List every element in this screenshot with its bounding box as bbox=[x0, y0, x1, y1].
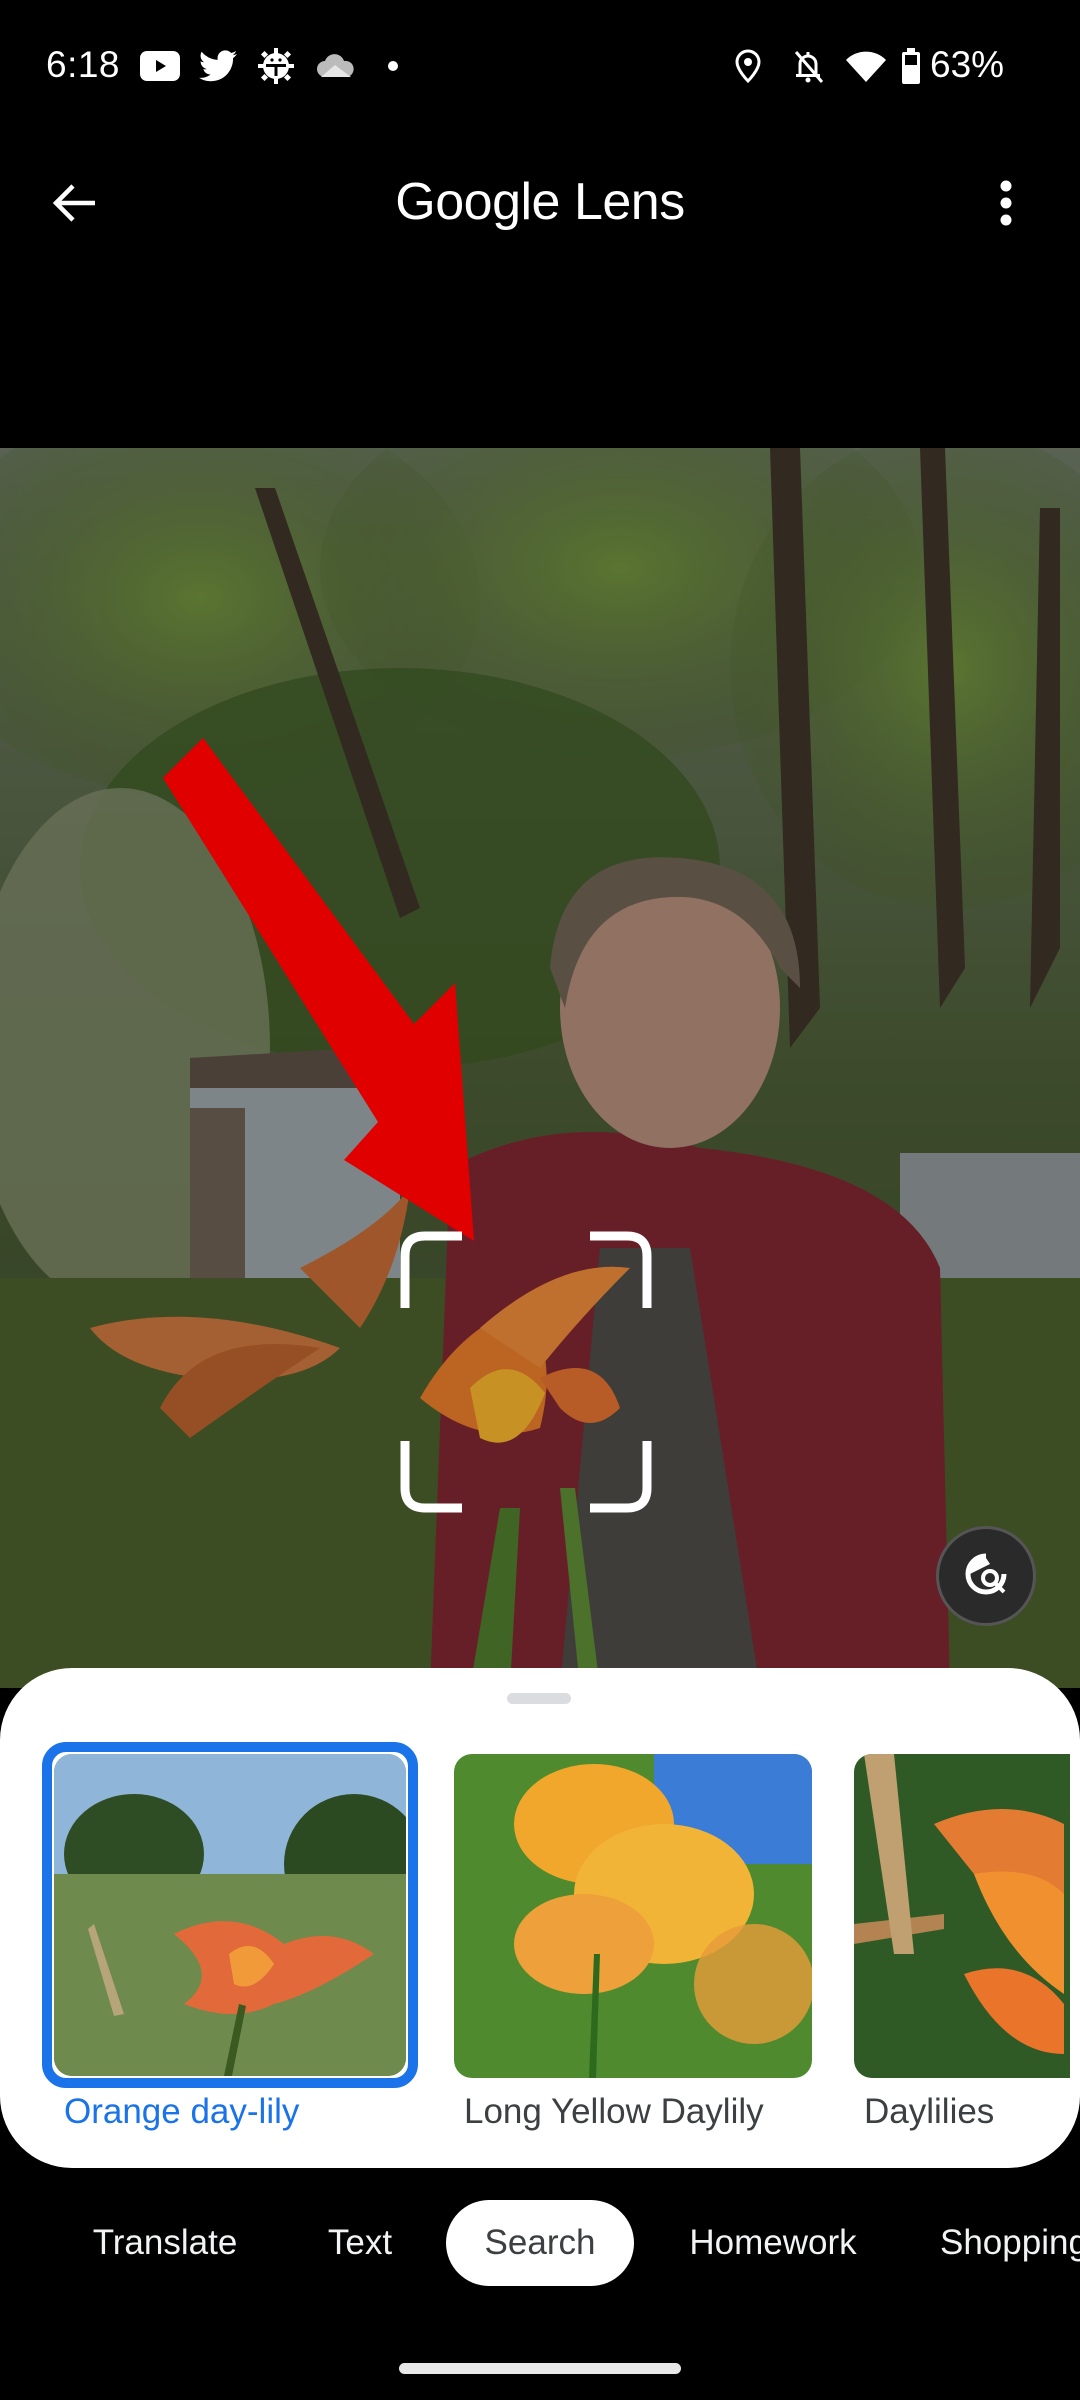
app-title: Google Lens bbox=[0, 172, 1080, 232]
cloud-icon bbox=[314, 48, 356, 84]
photo-scene bbox=[0, 448, 1080, 1688]
tab-homework[interactable]: Homework bbox=[662, 2200, 884, 2286]
more-options-button[interactable] bbox=[980, 168, 1032, 242]
app-bar: Google Lens bbox=[0, 150, 1080, 260]
result-card[interactable]: Daylilies bbox=[854, 1742, 1080, 2162]
results-carousel[interactable]: Orange day-lily Long Yellow Daylily Dayl… bbox=[0, 1668, 1080, 2168]
result-thumbnail bbox=[454, 1754, 812, 2078]
result-card[interactable]: Orange day-lily bbox=[42, 1742, 418, 2162]
battery-icon bbox=[900, 48, 922, 84]
twitter-icon bbox=[198, 48, 238, 84]
battery-percent: 63% bbox=[930, 44, 1005, 85]
visual-search-button[interactable] bbox=[936, 1526, 1036, 1626]
app-title-product: Lens bbox=[573, 173, 685, 231]
youtube-icon bbox=[140, 48, 180, 84]
result-thumbnail bbox=[854, 1754, 1070, 2078]
mode-tabs: Translate Text Search Homework Shopping bbox=[0, 2200, 1080, 2286]
results-sheet: Orange day-lily Long Yellow Daylily Dayl… bbox=[0, 1668, 1080, 2168]
result-card[interactable]: Long Yellow Daylily bbox=[454, 1742, 814, 2162]
tab-text[interactable]: Text bbox=[300, 2200, 420, 2286]
android-debug-icon bbox=[256, 48, 296, 84]
app-title-brand: Google bbox=[395, 173, 560, 231]
home-indicator[interactable] bbox=[399, 2363, 681, 2374]
status-time: 6:18 bbox=[46, 44, 121, 85]
result-thumbnail bbox=[54, 1754, 406, 2076]
result-label: Daylilies bbox=[864, 2092, 995, 2131]
image-search-icon bbox=[964, 1552, 1008, 1601]
location-icon bbox=[733, 48, 763, 84]
bell-off-icon bbox=[790, 48, 826, 84]
result-label: Orange day-lily bbox=[64, 2092, 300, 2131]
more-vert-icon bbox=[999, 180, 1013, 231]
tab-translate[interactable]: Translate bbox=[60, 2200, 270, 2286]
dim-overlay bbox=[0, 448, 1080, 1688]
wifi-icon bbox=[846, 48, 886, 84]
tab-shopping[interactable]: Shopping bbox=[940, 2200, 1080, 2286]
result-label: Long Yellow Daylily bbox=[464, 2092, 764, 2131]
tab-search[interactable]: Search bbox=[446, 2200, 634, 2286]
status-bar: 6:18 63% bbox=[0, 0, 1080, 130]
captured-photo[interactable] bbox=[0, 448, 1080, 1688]
dot-icon bbox=[386, 48, 400, 84]
